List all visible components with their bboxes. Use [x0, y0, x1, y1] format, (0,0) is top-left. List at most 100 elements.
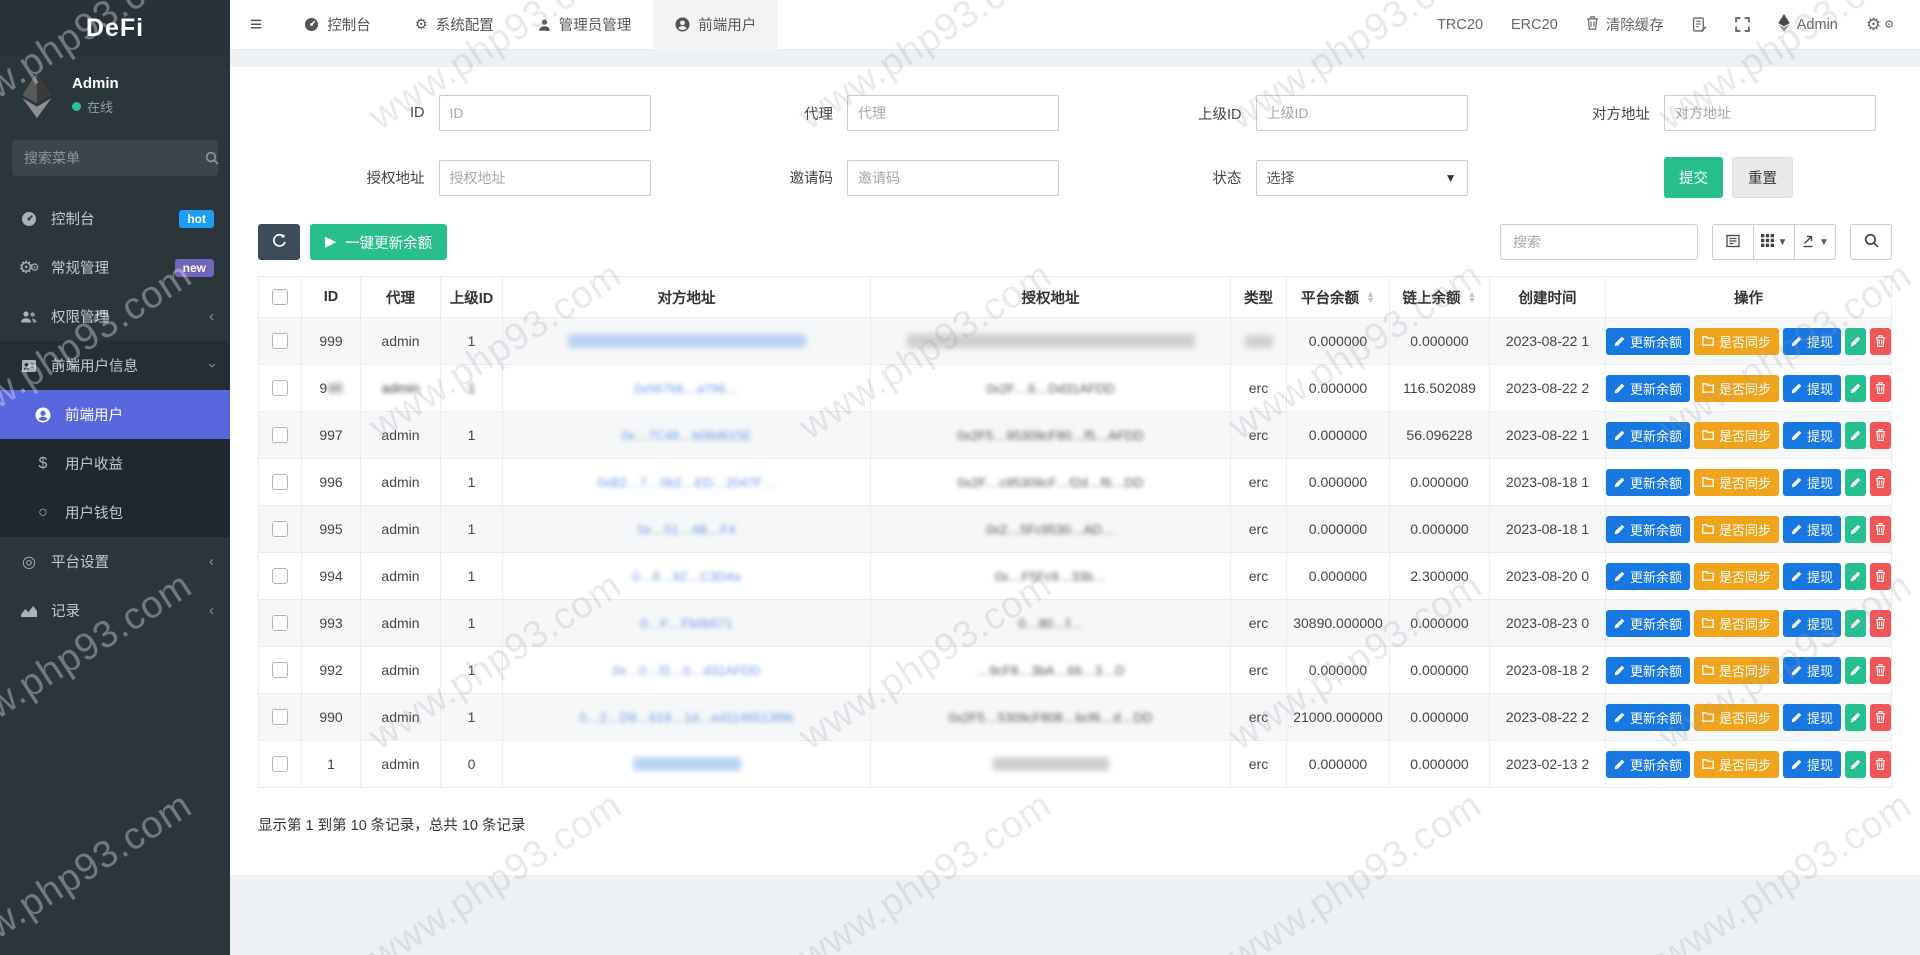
row-checkbox[interactable]	[272, 521, 288, 537]
delete-button[interactable]	[1870, 327, 1891, 355]
sidebar-item-user-earnings[interactable]: $ 用户收益	[0, 439, 230, 488]
select-all-checkbox[interactable]	[272, 289, 288, 305]
sync-button[interactable]: 是否同步	[1694, 515, 1780, 543]
sidebar-item-permissions[interactable]: 权限管理 ‹	[0, 292, 230, 341]
row-checkbox[interactable]	[272, 662, 288, 678]
edit-document-icon[interactable]	[1692, 17, 1707, 32]
submit-button[interactable]: 提交	[1664, 157, 1723, 198]
row-checkbox[interactable]	[272, 380, 288, 396]
update-balance-button[interactable]: 更新余额	[1606, 562, 1691, 590]
clear-cache-button[interactable]: 清除缓存	[1586, 14, 1664, 35]
agent-filter-input[interactable]	[847, 95, 1059, 131]
nav-tab-admin-management[interactable]: 管理员管理	[516, 0, 654, 50]
detail-view-button[interactable]	[1712, 224, 1754, 260]
withdraw-button[interactable]: 提现	[1783, 468, 1842, 496]
update-balance-button[interactable]: 更新余额	[1606, 609, 1691, 637]
sync-button[interactable]: 是否同步	[1694, 656, 1780, 684]
header-platform-balance[interactable]: 平台余额 ▲ ▼	[1287, 276, 1390, 318]
parent-id-filter-input[interactable]	[1255, 95, 1468, 131]
invite-code-filter-input[interactable]	[847, 159, 1059, 196]
counterparty-address-filter-input[interactable]	[1664, 95, 1876, 131]
update-balance-button[interactable]: 更新余额	[1606, 656, 1691, 684]
sidebar-search-input[interactable]	[24, 150, 205, 166]
edit-button[interactable]	[1845, 562, 1867, 590]
withdraw-button[interactable]: 提现	[1783, 750, 1842, 778]
erc20-link[interactable]: ERC20	[1511, 17, 1558, 33]
withdraw-button[interactable]: 提现	[1783, 515, 1842, 543]
update-balance-button[interactable]: 更新余额	[1606, 327, 1691, 355]
counterparty-address-link[interactable]: 0x…7C48…b08d615E	[621, 428, 751, 443]
refresh-button[interactable]	[258, 224, 300, 260]
status-select[interactable]: 选择 ▼	[1255, 159, 1468, 196]
sidebar-item-dashboard[interactable]: 控制台 hot	[0, 194, 230, 243]
sync-button[interactable]: 是否同步	[1694, 421, 1780, 449]
update-balance-button[interactable]: 更新余额	[1606, 468, 1691, 496]
sidebar-item-frontend-user-info[interactable]: 前端用户信息 ‹	[0, 341, 230, 390]
counterparty-address-link[interactable]: 0…2…D9…619…1d…ed1146513f9b	[579, 710, 793, 725]
withdraw-button[interactable]: 提现	[1783, 656, 1842, 684]
withdraw-button[interactable]: 提现	[1783, 421, 1842, 449]
row-checkbox[interactable]	[272, 474, 288, 490]
edit-button[interactable]	[1845, 468, 1867, 496]
sidebar-item-general[interactable]: ⚙ ⚙ 常规管理 new	[0, 243, 230, 292]
delete-button[interactable]	[1870, 515, 1891, 543]
sync-button[interactable]: 是否同步	[1694, 562, 1780, 590]
sync-button[interactable]: 是否同步	[1694, 609, 1780, 637]
withdraw-button[interactable]: 提现	[1783, 562, 1842, 590]
sidebar-item-records[interactable]: 记录 ‹	[0, 586, 230, 635]
update-balance-button[interactable]: 更新余额	[1606, 515, 1691, 543]
edit-button[interactable]	[1845, 703, 1867, 731]
edit-button[interactable]	[1845, 609, 1867, 637]
fulltext-search-button[interactable]	[1850, 224, 1892, 260]
delete-button[interactable]	[1870, 421, 1891, 449]
sync-button[interactable]: 是否同步	[1694, 750, 1780, 778]
table-search-input[interactable]	[1500, 224, 1698, 260]
withdraw-button[interactable]: 提现	[1783, 374, 1842, 402]
sync-button[interactable]: 是否同步	[1694, 468, 1780, 496]
admin-menu[interactable]: Admin	[1778, 13, 1838, 36]
update-all-balances-button[interactable]: ▶ 一键更新余额	[310, 224, 448, 260]
row-checkbox[interactable]	[272, 568, 288, 584]
withdraw-button[interactable]: 提现	[1783, 327, 1842, 355]
update-balance-button[interactable]: 更新余额	[1606, 374, 1691, 402]
delete-button[interactable]	[1870, 468, 1891, 496]
row-checkbox[interactable]	[272, 615, 288, 631]
edit-button[interactable]	[1845, 374, 1867, 402]
fullscreen-icon[interactable]	[1734, 17, 1750, 32]
edit-button[interactable]	[1845, 327, 1867, 355]
nav-tab-dashboard[interactable]: 控制台	[282, 0, 393, 50]
delete-button[interactable]	[1870, 374, 1891, 402]
withdraw-button[interactable]: 提现	[1783, 609, 1842, 637]
sync-button[interactable]: 是否同步	[1694, 374, 1780, 402]
row-checkbox[interactable]	[272, 333, 288, 349]
counterparty-address-link[interactable]: 0x…51…4B…F4	[637, 522, 735, 537]
auth-address-filter-input[interactable]	[438, 159, 651, 196]
edit-button[interactable]	[1845, 421, 1867, 449]
update-balance-button[interactable]: 更新余额	[1606, 703, 1691, 731]
header-chain-balance[interactable]: 链上余额 ▲ ▼	[1390, 276, 1490, 318]
counterparty-address-link[interactable]: 0x567b6…a796…	[634, 381, 739, 396]
counterparty-address-link[interactable]: 0…F…Fb0b571	[640, 616, 733, 631]
sidebar-item-platform-settings[interactable]: ◎ 平台设置 ‹	[0, 537, 230, 586]
id-filter-input[interactable]	[438, 95, 651, 131]
settings-gears-icon[interactable]: ⚙ ⚙	[1866, 16, 1894, 33]
sidebar-item-frontend-users[interactable]: 前端用户	[0, 390, 230, 439]
row-checkbox[interactable]	[272, 709, 288, 725]
export-button[interactable]: ▼	[1794, 224, 1836, 260]
row-checkbox[interactable]	[272, 427, 288, 443]
nav-tab-system-config[interactable]: ⚙ 系统配置	[393, 0, 516, 50]
edit-button[interactable]	[1845, 656, 1867, 684]
trc20-link[interactable]: TRC20	[1437, 17, 1483, 33]
withdraw-button[interactable]: 提现	[1783, 703, 1842, 731]
sync-button[interactable]: 是否同步	[1694, 703, 1780, 731]
menu-toggle-button[interactable]: ≡	[230, 13, 282, 37]
reset-button[interactable]: 重置	[1732, 157, 1793, 198]
delete-button[interactable]	[1870, 562, 1891, 590]
delete-button[interactable]	[1870, 750, 1891, 778]
columns-button[interactable]: ▼	[1753, 224, 1795, 260]
delete-button[interactable]	[1870, 656, 1891, 684]
sync-button[interactable]: 是否同步	[1694, 327, 1780, 355]
update-balance-button[interactable]: 更新余额	[1606, 750, 1691, 778]
update-balance-button[interactable]: 更新余额	[1606, 421, 1691, 449]
counterparty-address-link[interactable]: 0x…0…f2…0…d31AFDD	[612, 663, 760, 678]
